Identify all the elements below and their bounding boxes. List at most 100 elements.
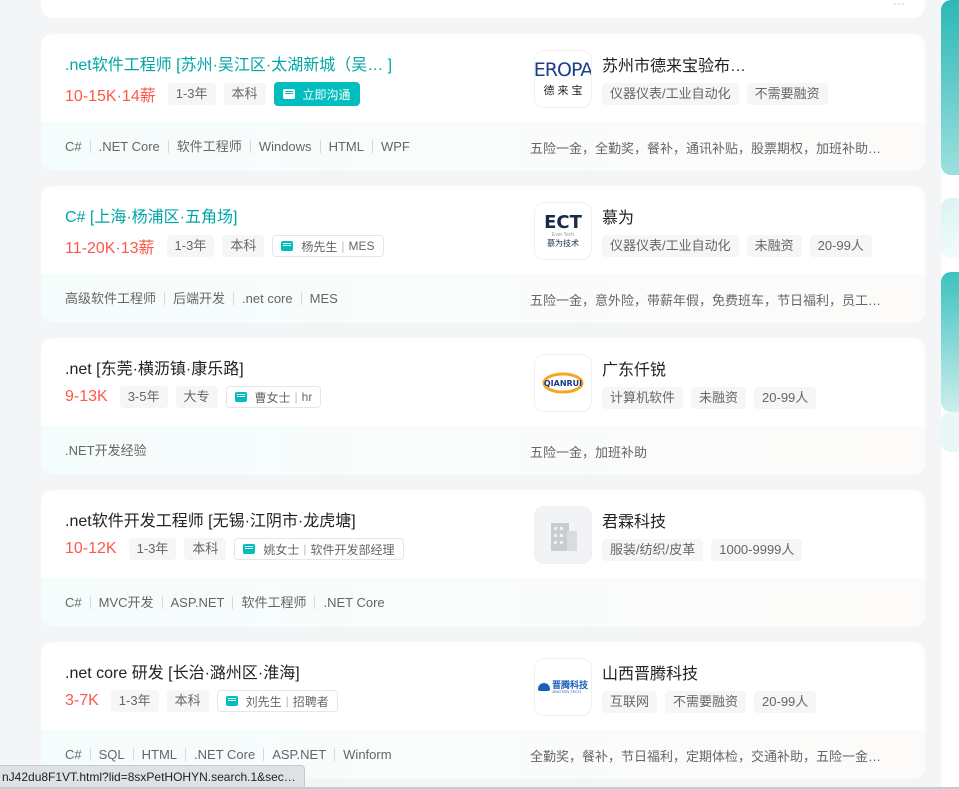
sidebar-banner[interactable] [941,0,959,175]
chat-now-button[interactable]: 立即沟通 [273,82,360,106]
company-name[interactable]: 广东仟锐 [602,356,666,380]
welfare-text: 全勤奖，餐补，节日福利，定期体检，交通补助，五险一金… [530,749,882,764]
skill-tag: C# [65,747,82,762]
skill-tag: 软件工程师 [167,140,250,153]
skill-tag: 软件工程师 [232,596,314,609]
salary: 3-7K [65,692,99,709]
size-tag: 20-99人 [754,691,817,713]
skill-tag: Windows [249,140,320,153]
job-card[interactable]: C# [上海·杨浦区·五角场] 11-20K·13薪 1-3年 本科 杨先生 |… [41,186,925,323]
recruiter-name: 杨先生 [301,239,338,254]
company-name[interactable]: 苏州市德来宝验布… [602,52,746,76]
skill-tag: HTML [319,140,372,153]
recruiter-name: 姚女士 [263,542,300,557]
skill-tag: 高级软件工程师 [65,291,157,306]
job-card[interactable]: .net软件工程师 [苏州·吴江区·太湖新城（吴… ] 10-15K·14薪 1… [41,34,925,171]
sidebar-banner[interactable] [941,412,959,452]
skill-tag: Winform [334,748,399,761]
previous-card-fragment: ··· [893,0,905,10]
skill-list: C# SQL HTML .NET Core ASP.NET Winform [65,748,400,761]
salary: 10-12K [65,540,117,557]
skill-list: C# .NET Core 软件工程师 Windows HTML WPF [65,140,418,153]
job-card[interactable]: .net core 研发 [长治·潞州区·淮海] 3-7K 1-3年 本科 刘先… [41,642,925,779]
skill-tag: .NET开发经验 [65,443,147,458]
company-logo[interactable]: 晋腾科技 JINGTEN TECH [534,658,592,716]
experience-tag: 1-3年 [167,83,216,105]
logo-smalltext: Ever Tech [551,232,575,238]
industry-tag: 服装/纺织/皮革 [602,539,704,561]
skill-list: 高级软件工程师 后端开发 .net core MES [65,292,346,305]
cloud-icon [537,683,550,691]
experience-tag: 1-3年 [166,235,215,257]
salary: 10-15K·14薪 [65,88,156,105]
logo-text: ECT [544,212,582,233]
funding-tag: 不需要融资 [665,691,747,713]
recruiter-role: MES [348,239,375,253]
skill-tag: ASP.NET [161,596,233,609]
size-tag: 20-99人 [809,235,872,257]
skill-tag: ASP.NET [263,748,334,761]
job-title[interactable]: .net软件工程师 [苏州·吴江区·太湖新城（吴… ] [65,51,392,75]
company-logo[interactable]: ECT Ever Tech 慕为技术 [534,202,592,260]
skill-tag: .net core [233,292,301,305]
logo-text: QIANRUI [544,379,582,388]
funding-tag: 未融资 [746,235,802,257]
recruiter-chat-button[interactable]: 刘先生 | 招聘者 [216,690,338,712]
job-card[interactable]: .net [东莞·横沥镇·康乐路] 9-13K 3-5年 大专 曹女士 | hr… [41,338,925,475]
separator: | [341,239,345,253]
job-title[interactable]: .net软件开发工程师 [无锡·江阴市·龙虎塘] [65,507,356,531]
funding-tag: 不需要融资 [746,83,828,105]
recruiter-name: 曹女士 [254,390,291,405]
chat-now-label: 立即沟通 [302,87,351,102]
right-sidebar [941,0,959,789]
default-building-icon [551,523,577,551]
chat-bubble-icon [225,696,238,706]
experience-tag: 3-5年 [119,386,168,408]
skill-tag: WPF [371,140,418,153]
recruiter-role: hr [301,390,313,404]
company-logo[interactable] [534,506,592,564]
industry-tag: 互联网 [602,691,658,713]
logo-text: EROPA [534,59,592,81]
company-logo[interactable]: QIANRUI [534,354,592,412]
sidebar-banner[interactable] [941,272,959,412]
salary: 11-20K·13薪 [65,240,155,257]
separator: | [294,390,298,404]
job-card-previous[interactable]: ··· [41,0,925,18]
skill-tag: C# [65,595,82,610]
industry-tag: 仪器仪表/工业自动化 [602,235,739,257]
recruiter-chat-button[interactable]: 杨先生 | MES [272,235,384,257]
job-title[interactable]: .net [东莞·横沥镇·康乐路] [65,355,244,379]
skill-tag: .NET Core [185,748,263,761]
company-name[interactable]: 山西晋腾科技 [602,660,698,684]
recruiter-role: 招聘者 [292,694,329,709]
recruiter-chat-button[interactable]: 姚女士 | 软件开发部经理 [234,538,404,560]
degree-tag: 大专 [175,386,218,408]
company-name[interactable]: 慕为 [602,204,634,228]
degree-tag: 本科 [222,235,265,257]
skill-tag: C# [65,139,82,154]
skill-tag: 后端开发 [164,292,233,305]
salary: 9-13K [65,388,108,405]
logo-smalltext: JINGTEN TECH [551,688,582,694]
company-logo[interactable]: EROPA 德 来 宝 [534,50,592,108]
industry-tag: 仪器仪表/工业自动化 [602,83,739,105]
job-title[interactable]: .net core 研发 [长治·潞州区·淮海] [65,659,300,683]
experience-tag: 1-3年 [128,538,177,560]
skill-tag: .NET Core [314,596,392,609]
job-card[interactable]: .net软件开发工程师 [无锡·江阴市·龙虎塘] 10-12K 1-3年 本科 … [41,490,925,627]
chat-bubble-icon [234,392,247,402]
skill-tag: MVC开发 [89,596,162,609]
company-name[interactable]: 君霖科技 [602,508,666,532]
job-title[interactable]: C# [上海·杨浦区·五角场] [65,203,237,227]
industry-tag: 计算机软件 [602,387,684,409]
skill-tag: MES [300,292,346,305]
skill-tag: .NET Core [89,140,168,153]
sidebar-banner[interactable] [941,198,959,258]
recruiter-chat-button[interactable]: 曹女士 | hr [225,386,322,408]
welfare-text: 五险一金，全勤奖，餐补，通讯补贴，股票期权，加班补助… [530,141,882,156]
welfare-text: 五险一金，加班补助 [530,445,648,460]
skill-tag: SQL [89,748,133,761]
qianrui-logo-graphic: QIANRUI [542,372,584,394]
separator: | [303,542,307,556]
